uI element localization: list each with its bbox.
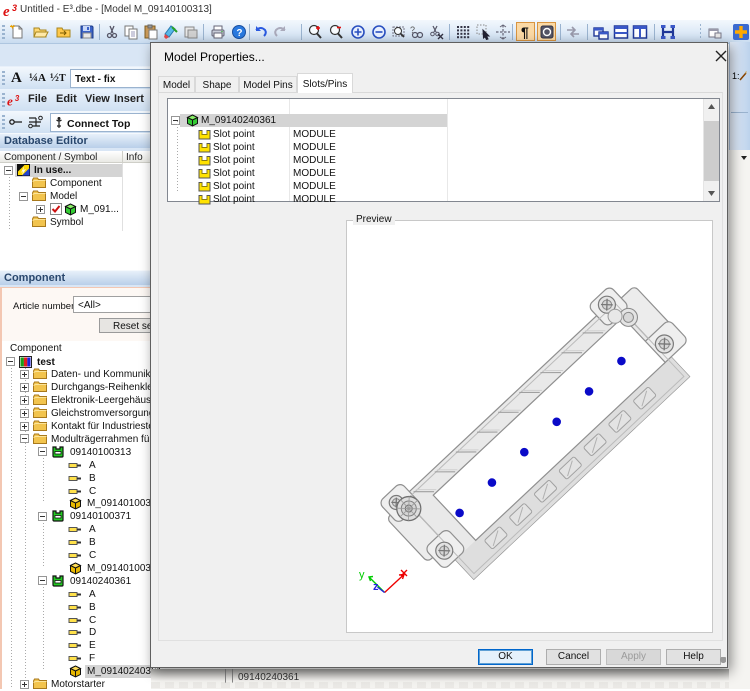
svg-text:z: z [373, 581, 379, 593]
svg-text:3: 3 [12, 3, 17, 13]
svg-text:?: ? [236, 28, 242, 39]
svg-text:¶: ¶ [521, 24, 529, 40]
svg-text:e: e [7, 93, 13, 107]
svg-text:1:: 1: [732, 71, 740, 81]
svg-text:3: 3 [15, 94, 20, 103]
svg-text:y: y [359, 569, 365, 581]
svg-text:e: e [3, 4, 10, 17]
